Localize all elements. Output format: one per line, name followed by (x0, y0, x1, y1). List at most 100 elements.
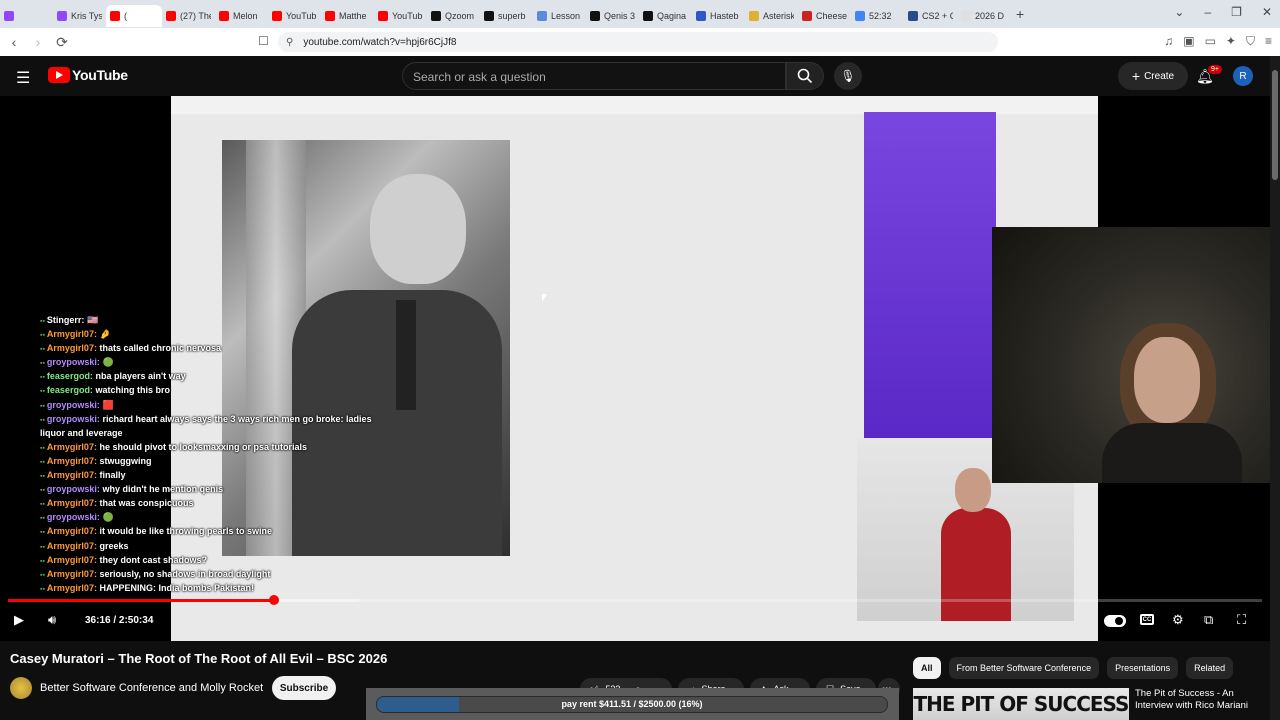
tab-title: Hasteb (710, 10, 739, 21)
filter-chip[interactable]: Related (1186, 657, 1234, 679)
tab-list-icon[interactable]: ⌄ (1174, 5, 1184, 19)
scrollbar-thumb[interactable] (1272, 70, 1278, 180)
restore-icon[interactable]: ❐ (1231, 5, 1242, 19)
related-video-title[interactable]: The Pit of Success - An Interview with R… (1135, 688, 1260, 712)
autoplay-toggle[interactable] (1104, 615, 1126, 627)
browser-tab[interactable] (0, 5, 53, 27)
browser-tab[interactable]: Matthe (321, 5, 374, 27)
browser-tab[interactable]: Asterisk (745, 5, 798, 27)
tab-title: YouTub (286, 10, 317, 21)
chat-badge-icon: ▪▪ (40, 571, 47, 579)
browser-tab[interactable]: 52:32 (851, 5, 904, 27)
related-video-thumbnail[interactable]: THE PIT OF SUCCESS (913, 688, 1129, 720)
browser-tab[interactable]: ( (106, 4, 162, 27)
chat-text: 🟥 (102, 399, 114, 410)
fullscreen-icon[interactable]: ⛶ (1237, 612, 1246, 628)
settings-gear-icon[interactable]: ⚙ (1172, 612, 1184, 628)
browser-tab[interactable]: Cheese (798, 5, 851, 27)
search-input[interactable]: Search or ask a question (402, 62, 786, 90)
window-controls: ⌄ – ❐ ✕ (1174, 5, 1272, 19)
miniplayer-icon[interactable]: ⧉ (1204, 612, 1213, 628)
close-window-icon[interactable]: ✕ (1262, 5, 1272, 19)
tab-favicon-icon (431, 10, 441, 21)
chat-text: stwuggwing (99, 455, 152, 466)
url-text: youtube.com/watch?v=hpj6r6CjJf8 (303, 36, 457, 48)
browser-tab[interactable]: 2026 D (957, 5, 1010, 27)
time-display: 36:16 / 2:50:34 (85, 615, 154, 626)
media-icon[interactable]: ♫ (1164, 34, 1173, 49)
account-avatar[interactable]: R (1233, 66, 1253, 86)
forward-icon[interactable]: › (28, 34, 48, 50)
channel-avatar[interactable] (10, 677, 32, 699)
sidebar-icon[interactable]: ▣ (1183, 34, 1194, 49)
chat-text: liquor and leverage (40, 427, 123, 438)
browser-tab[interactable]: Melon (215, 5, 268, 27)
tab-favicon-icon (961, 10, 971, 21)
browser-tab[interactable]: superb (480, 5, 533, 27)
page-scrollbar[interactable] (1270, 56, 1280, 720)
chat-text: nba players ain't way (95, 371, 186, 382)
youtube-logo[interactable]: YouTube (48, 67, 128, 83)
browser-tab[interactable]: Qagina (639, 5, 692, 27)
video-player[interactable]: ▪▪ Stingerr: 🇺🇸 ▪▪ Armygirl07: 🤌 ▪▪ Armygi… (0, 96, 1270, 641)
ai-icon[interactable]: ✦ (1226, 34, 1236, 49)
youtube-play-icon (48, 67, 70, 83)
streamer-webcam (992, 227, 1270, 483)
shield-icon[interactable]: ⛉ (1246, 34, 1255, 49)
browser-tab[interactable]: Lesson (533, 5, 586, 27)
chat-badge-icon: ▪▪ (40, 529, 47, 537)
chat-text: they dont cast shadows? (99, 554, 207, 565)
back-icon[interactable]: ‹ (4, 34, 24, 50)
wallet-icon[interactable]: ▭ (1205, 34, 1216, 49)
tab-favicon-icon (57, 10, 67, 21)
filter-chip[interactable]: From Better Software Conference (948, 657, 1100, 679)
youtube-logo-text: YouTube (72, 67, 128, 83)
tab-favicon-icon (219, 10, 229, 21)
browser-tab-strip: Kris Tys ((27) The Melon YouTub Matthe YouTub… (0, 0, 1280, 28)
progress-bar[interactable] (8, 595, 1262, 605)
subscribe-button[interactable]: Subscribe (272, 676, 336, 700)
menu-icon[interactable]: ≡ (1265, 34, 1272, 49)
bookmark-icon[interactable]: ☐ (258, 34, 269, 48)
browser-tab[interactable]: (27) The (162, 5, 215, 27)
chat-username: Armygirl07: (46, 540, 97, 551)
browser-tab[interactable]: YouTub (374, 5, 427, 27)
filter-chip[interactable]: All (913, 657, 941, 679)
tab-title: 52:32 (869, 10, 892, 21)
volume-icon[interactable]: 🔊︎ (48, 612, 56, 628)
browser-tab[interactable]: CS2 + C (904, 5, 957, 27)
tab-favicon-icon (4, 10, 14, 21)
hamburger-menu-icon[interactable]: ☰ (16, 68, 30, 88)
channel-name[interactable]: Better Software Conference and Molly Roc… (40, 682, 263, 694)
tab-title: Qzoom (445, 10, 475, 21)
url-field[interactable]: ⚲ youtube.com/watch?v=hpj6r6CjJf8 (278, 32, 998, 52)
tab-favicon-icon (696, 10, 706, 21)
chat-text: 🟢 (102, 512, 114, 523)
filter-chip[interactable]: Presentations (1107, 657, 1179, 679)
browser-tab[interactable]: YouTub (268, 5, 321, 27)
chat-message: ▪▪ groypowski: 🟢 (40, 512, 440, 526)
chat-badge-icon: ▪▪ (40, 515, 47, 523)
site-info-icon[interactable]: ⚲ (286, 37, 293, 48)
reload-icon[interactable]: ⟳ (52, 34, 72, 51)
tab-favicon-icon (855, 10, 865, 21)
voice-search-button[interactable]: 🎙︎ (834, 62, 862, 90)
chat-badge-icon: ▪▪ (40, 501, 47, 509)
browser-tab[interactable]: Hasteb (692, 5, 745, 27)
browser-tab[interactable]: Kris Tys (53, 5, 106, 27)
search-button[interactable] (786, 62, 824, 90)
tab-title: Asterisk (763, 10, 794, 21)
tab-title: Kris Tys (71, 10, 102, 21)
subtitles-icon[interactable]: CC (1140, 614, 1154, 625)
notifications-badge: 9+ (1208, 65, 1222, 74)
new-tab-button[interactable]: + (1016, 6, 1030, 22)
chat-username: groypowski: (46, 357, 100, 368)
extensions-area: ♫ ▣ ▭ ✦ ⛉ ≡ (1164, 34, 1272, 49)
create-button[interactable]: + Create (1118, 62, 1188, 90)
play-button[interactable]: ▶ (14, 612, 24, 628)
tab-favicon-icon (110, 10, 120, 21)
chat-overlay: ▪▪ Stingerr: 🇺🇸 ▪▪ Armygirl07: 🤌 ▪▪ Armygi… (40, 315, 440, 597)
browser-tab[interactable]: Qzoom (427, 5, 480, 27)
minimize-icon[interactable]: – (1204, 5, 1211, 19)
browser-tab[interactable]: Qenis 3 (586, 5, 639, 27)
